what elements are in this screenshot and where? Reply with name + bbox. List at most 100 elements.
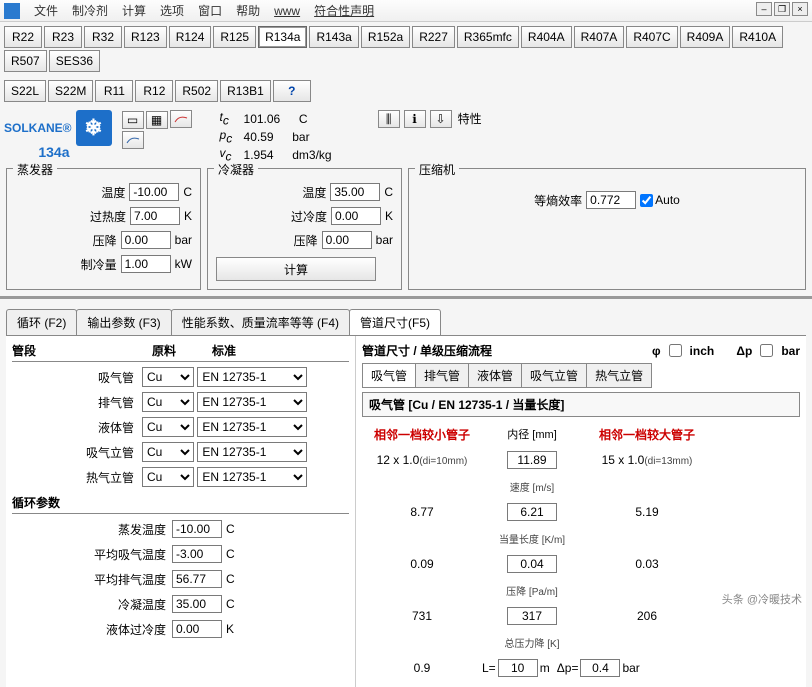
toolbar-icon-3[interactable] [170,110,192,128]
restore-icon[interactable]: ❐ [774,2,790,16]
tab-pipe[interactable]: 管道尺寸(F5) [349,309,441,335]
cycle-input-1[interactable] [172,545,222,563]
menu-compliance[interactable]: 符合性声明 [314,2,374,19]
toolbar-icon-4[interactable] [122,131,144,149]
subtab-2[interactable]: 液体管 [468,363,522,388]
tab-output[interactable]: 输出参数 (F3) [76,309,171,335]
isentropic-eff-input[interactable] [586,191,636,209]
menu-www[interactable]: www [274,4,300,18]
refrigerant-R152a[interactable]: R152a [361,26,410,48]
refrigerant-R410A[interactable]: R410A [732,26,783,48]
refrigerant-SES36[interactable]: SES36 [49,50,100,72]
seg-std-0[interactable]: EN 12735-1 [197,367,307,387]
splitter-handle[interactable] [0,296,812,299]
auto-checkbox[interactable] [640,194,653,207]
subtab-4[interactable]: 热气立管 [586,363,652,388]
toolbar-icon-2[interactable]: ▦ [146,111,168,129]
evap-q-input[interactable] [121,255,171,273]
cond-temp-input[interactable] [330,183,380,201]
refrigerant-R12[interactable]: R12 [135,80,173,102]
cycle-input-0 [172,520,222,538]
cycle-input-4[interactable] [172,620,222,638]
eq-label: 当量长度 [K/m] [482,531,582,546]
menu-file[interactable]: 文件 [34,2,58,19]
cycle-params-title: 循环参数 [12,492,349,514]
evap-dp-input[interactable] [121,231,171,249]
menu-help[interactable]: 帮助 [236,2,260,19]
pd-large: 206 [582,609,712,623]
eq-mid [507,555,557,573]
pc-value: 40.59 [244,130,274,144]
seg-mat-4[interactable]: Cu [142,467,194,487]
cond-sc-input[interactable] [331,207,381,225]
pipe-dim-title: 管道尺寸 / 单级压缩流程 [362,342,492,359]
refrigerant-S22M[interactable]: S22M [48,80,93,102]
L-input[interactable] [498,659,538,677]
evap-temp-input[interactable] [129,183,179,201]
tool-down-icon[interactable]: ⇩ [430,110,452,128]
refrigerant-R125[interactable]: R125 [213,26,256,48]
col-small-header: 相邻一档较小管子 [362,426,482,443]
cycle-unit-4: K [226,622,234,636]
calc-button[interactable]: 计算 [216,257,376,281]
refrigerant-R32[interactable]: R32 [84,26,122,48]
tot-label: 总压力降 [K] [482,635,582,650]
refrigerant-R143a[interactable]: R143a [309,26,358,48]
cycle-input-2[interactable] [172,570,222,588]
dp-input[interactable] [580,659,620,677]
id-input[interactable] [507,451,557,469]
toolbar-icon-1[interactable]: ▭ [122,111,144,129]
props-button-label[interactable]: 特性 [458,110,482,128]
inch-checkbox[interactable] [669,344,682,357]
refrigerant-R123[interactable]: R123 [124,26,167,48]
refrigerant-R227[interactable]: R227 [412,26,455,48]
menu-refrigerant[interactable]: 制冷剂 [72,2,108,19]
dp-label: Δp [736,344,752,358]
seg-label-4: 热气立管 [12,469,142,486]
refrigerant-R13B1[interactable]: R13B1 [220,80,271,102]
seg-mat-3[interactable]: Cu [142,442,194,462]
size-small: 12 x 1.0 [377,453,420,467]
refrigerant-R502[interactable]: R502 [175,80,218,102]
vc-value: 1.954 [244,148,274,162]
cond-dp-input[interactable] [322,231,372,249]
tool-info-icon[interactable]: ℹ [404,110,426,128]
bar-checkbox[interactable] [760,344,773,357]
refrigerant-R409A[interactable]: R409A [680,26,731,48]
tab-cycle[interactable]: 循环 (F2) [6,309,77,335]
subtab-0[interactable]: 吸气管 [362,363,416,388]
vel-mid [507,503,557,521]
menu-calc[interactable]: 计算 [122,2,146,19]
menu-options[interactable]: 选项 [160,2,184,19]
refrigerant-R365mfc[interactable]: R365mfc [457,26,519,48]
bar-label: bar [781,344,800,358]
seg-std-1[interactable]: EN 12735-1 [197,392,307,412]
seg-std-2[interactable]: EN 12735-1 [197,417,307,437]
refrigerant-R11[interactable]: R11 [95,80,133,102]
help-button[interactable]: ? [273,80,311,102]
cycle-unit-1: C [226,547,235,561]
minimize-icon[interactable]: – [756,2,772,16]
tab-cop[interactable]: 性能系数、质量流率等等 (F4) [171,309,350,335]
subtab-3[interactable]: 吸气立管 [521,363,587,388]
menu-window[interactable]: 窗口 [198,2,222,19]
subtab-1[interactable]: 排气管 [415,363,469,388]
refrigerant-R407C[interactable]: R407C [626,26,677,48]
refrigerant-R134a[interactable]: R134a [258,26,307,48]
refrigerant-R23[interactable]: R23 [44,26,82,48]
tool-bottles-icon[interactable]: ⫼ [378,110,400,128]
seg-mat-1[interactable]: Cu [142,392,194,412]
seg-mat-2[interactable]: Cu [142,417,194,437]
seg-std-4[interactable]: EN 12735-1 [197,467,307,487]
evap-sh-input[interactable] [130,207,180,225]
seg-std-3[interactable]: EN 12735-1 [197,442,307,462]
brand-name: SOLKANE® [4,121,72,135]
refrigerant-R124[interactable]: R124 [169,26,212,48]
close-icon[interactable]: × [792,2,808,16]
refrigerant-R507[interactable]: R507 [4,50,47,72]
refrigerant-S22L[interactable]: S22L [4,80,46,102]
seg-mat-0[interactable]: Cu [142,367,194,387]
refrigerant-R22[interactable]: R22 [4,26,42,48]
refrigerant-R404A[interactable]: R404A [521,26,572,48]
refrigerant-R407A[interactable]: R407A [574,26,625,48]
